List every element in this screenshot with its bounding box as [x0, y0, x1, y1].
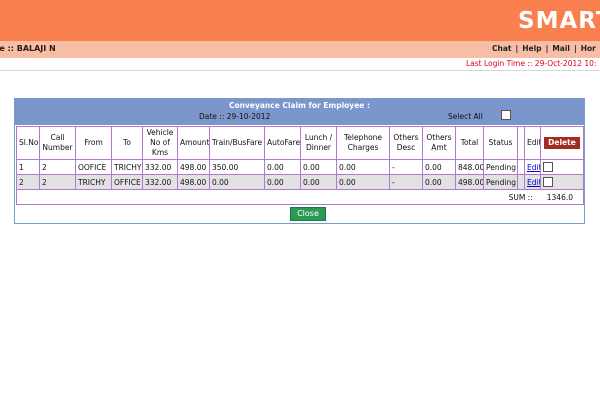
cell-slno: 1	[16, 159, 40, 175]
cell-amount: 498.00	[177, 174, 210, 190]
cell-call-number: 2	[39, 159, 76, 175]
col-header-total: Total	[455, 126, 484, 160]
col-header-kms: Vehicle No of Kms	[142, 126, 178, 160]
top-banner: SMART	[0, 0, 600, 41]
user-bar: me :: BALAJI N Chat|Help|Mail|Hor	[0, 41, 600, 58]
cell-others-amt: 0.00	[422, 174, 456, 190]
cell-lunch-dinner: 0.00	[300, 159, 337, 175]
cell-lunch-dinner: 0.00	[300, 174, 337, 190]
cell-spacer	[517, 159, 525, 175]
help-link[interactable]: Help	[522, 44, 541, 53]
col-header-to: To	[111, 126, 143, 160]
cell-others-desc: -	[389, 159, 423, 175]
row-checkbox[interactable]	[543, 162, 553, 172]
row-checkbox[interactable]	[543, 177, 553, 187]
cell-select	[540, 159, 584, 175]
select-all-checkbox[interactable]	[501, 110, 511, 120]
cell-select	[540, 174, 584, 190]
col-header-telephone: Telephone Charges	[336, 126, 390, 160]
cell-from: OOFICE	[75, 159, 112, 175]
cell-edit: Edit	[524, 174, 541, 190]
col-header-delete: Delete	[540, 126, 584, 160]
cell-total: 498.00	[455, 174, 484, 190]
col-header-others-amt: Others Amt	[422, 126, 456, 160]
link-separator: |	[515, 44, 519, 53]
cell-others-desc: -	[389, 174, 423, 190]
cell-kms: 332.00	[142, 159, 178, 175]
cell-to: TRICHY	[111, 159, 143, 175]
cell-auto-fare: 0.00	[264, 174, 301, 190]
delete-button[interactable]: Delete	[544, 137, 580, 149]
sum-label: SUM ::	[508, 192, 533, 202]
close-button[interactable]: Close	[290, 207, 326, 221]
cell-kms: 332.00	[142, 174, 178, 190]
cell-amount: 498.00	[177, 159, 210, 175]
col-header-auto-fare: AutoFare	[264, 126, 301, 160]
divider	[0, 70, 600, 71]
cell-total: 848.00	[455, 159, 484, 175]
link-separator: |	[545, 44, 549, 53]
col-header-spacer	[517, 126, 525, 160]
mail-link[interactable]: Mail	[552, 44, 570, 53]
user-name-label: me :: BALAJI N	[0, 44, 56, 53]
col-header-amount: Amount	[177, 126, 210, 160]
cell-edit: Edit	[524, 159, 541, 175]
cell-to: OFFICE	[111, 174, 143, 190]
chat-link[interactable]: Chat	[492, 44, 512, 53]
link-separator: |	[573, 44, 577, 53]
col-header-edit: Edit	[524, 126, 541, 160]
cell-slno: 2	[16, 174, 40, 190]
cell-from: TRICHY	[75, 174, 112, 190]
table-row: 2 2 TRICHY OFFICE 332.00 498.00 0.00 0.0…	[16, 174, 584, 190]
brand-logo: SMART	[518, 8, 600, 34]
col-header-status: Status	[483, 126, 518, 160]
cell-train-bus-fare: 0.00	[209, 174, 265, 190]
col-header-call-number: Call Number	[39, 126, 76, 160]
sum-cell: SUM :: 1346.0	[16, 189, 584, 205]
top-links: Chat | Help | Mail | Hor	[492, 44, 596, 53]
last-login-time: Last Login Time :: 29-Oct-2012 10:	[466, 59, 597, 68]
panel-title: Conveyance Claim for Employee :	[229, 101, 370, 110]
claims-table: Sl.No Call Number From To Vehicle No of …	[16, 126, 584, 205]
edit-link[interactable]: Edit	[527, 178, 540, 187]
cell-train-bus-fare: 350.00	[209, 159, 265, 175]
col-header-train-bus-fare: Train/BusFare	[209, 126, 265, 160]
conveyance-claim-panel: Conveyance Claim for Employee : Date :: …	[14, 98, 585, 224]
cell-others-amt: 0.00	[422, 159, 456, 175]
col-header-from: From	[75, 126, 112, 160]
table-row: 1 2 OOFICE TRICHY 332.00 498.00 350.00 0…	[16, 159, 584, 175]
claim-date: Date :: 29-10-2012	[199, 112, 271, 121]
sum-value: 1346.0	[546, 192, 573, 202]
col-header-slno: Sl.No	[16, 126, 40, 160]
select-all-label: Select All	[448, 112, 483, 121]
col-header-lunch-dinner: Lunch / Dinner	[300, 126, 337, 160]
cell-status: Pending	[483, 159, 518, 175]
cell-telephone: 0.00	[336, 174, 390, 190]
cell-spacer	[517, 174, 525, 190]
sum-row: SUM :: 1346.0	[16, 189, 584, 205]
table-header-row: Sl.No Call Number From To Vehicle No of …	[16, 126, 584, 160]
cell-status: Pending	[483, 174, 518, 190]
cell-auto-fare: 0.00	[264, 159, 301, 175]
cell-call-number: 2	[39, 174, 76, 190]
cell-telephone: 0.00	[336, 159, 390, 175]
panel-header: Conveyance Claim for Employee : Date :: …	[15, 99, 584, 125]
home-link[interactable]: Hor	[581, 44, 596, 53]
col-header-others-desc: Others Desc	[389, 126, 423, 160]
edit-link[interactable]: Edit	[527, 163, 540, 172]
